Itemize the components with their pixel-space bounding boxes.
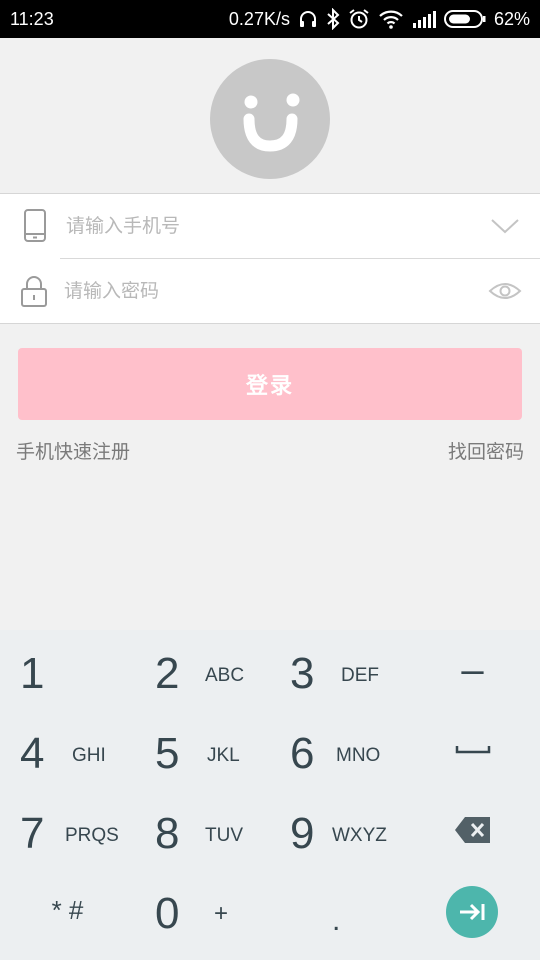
key-letters: TUV: [205, 825, 243, 846]
wifi-icon: [379, 10, 403, 29]
key-digit: 2: [155, 649, 180, 698]
login-form: [0, 193, 540, 324]
key-letters: PRQS: [65, 825, 119, 846]
password-input[interactable]: [64, 271, 464, 311]
key-digit: 6: [290, 729, 315, 778]
enter-next-icon: [460, 903, 485, 921]
minus-label: –: [461, 647, 484, 692]
forgot-password-link[interactable]: 找回密码: [448, 437, 524, 464]
key-letters: DEF: [341, 665, 379, 686]
battery-icon: [443, 10, 486, 28]
key-3[interactable]: 3 DEF: [270, 630, 405, 710]
phone-input[interactable]: [66, 206, 466, 246]
key-digit: 0: [155, 889, 180, 938]
key-star-hash[interactable]: * #: [0, 870, 135, 950]
key-7[interactable]: 7 PRQS: [0, 790, 135, 870]
key-letters: GHI: [72, 745, 106, 766]
key-digit: 1: [20, 649, 45, 698]
key-6[interactable]: 6 MNO: [270, 710, 405, 790]
signal-icon: [412, 11, 436, 28]
lock-icon: [21, 276, 47, 307]
chevron-down-icon[interactable]: [488, 212, 522, 240]
status-right-group: 0.27K/s 62%: [229, 8, 530, 30]
key-8[interactable]: 8 TUV: [135, 790, 270, 870]
password-row: [0, 259, 540, 323]
register-link[interactable]: 手机快速注册: [16, 437, 130, 464]
space-icon: [455, 746, 490, 754]
battery-percent: 62%: [493, 8, 530, 29]
key-letters: MNO: [336, 745, 381, 766]
key-digit: 4: [20, 729, 45, 778]
key-2[interactable]: 2 ABC: [135, 630, 270, 710]
key-0[interactable]: 0 +: [135, 870, 270, 950]
key-space[interactable]: [405, 710, 540, 790]
status-time: 11:23: [10, 8, 54, 29]
key-digit: 5: [155, 729, 180, 778]
key-digit: 3: [290, 649, 315, 698]
key-letters: WXYZ: [332, 825, 387, 846]
phone-icon: [24, 209, 46, 242]
key-letters: +: [214, 900, 229, 927]
key-letters: JKL: [207, 745, 240, 766]
bluetooth-icon: [327, 8, 340, 30]
key-digit: 8: [155, 809, 180, 858]
key-backspace[interactable]: [405, 790, 540, 870]
key-letters: ABC: [205, 665, 245, 686]
key-digit: 9: [290, 809, 315, 858]
key-1[interactable]: 1: [0, 630, 135, 710]
backspace-icon: [454, 817, 490, 843]
key-9[interactable]: 9 WXYZ: [270, 790, 405, 870]
login-button[interactable]: 登录: [18, 348, 522, 420]
eye-icon[interactable]: [488, 277, 522, 305]
headphones-icon: [299, 11, 316, 27]
key-minus[interactable]: –: [405, 630, 540, 710]
alarm-icon: [349, 9, 369, 29]
key-digit: 7: [20, 809, 45, 858]
numeric-keypad: 1 2 ABC 3 DEF – 4 GHI 5 JKL 6 MNO 7 PRQS…: [0, 630, 540, 960]
status-bar: 11:23 0.27K/s 62%: [0, 0, 540, 38]
star-hash-label: * #: [51, 894, 84, 925]
dot-label: .: [332, 904, 341, 937]
network-speed: 0.27K/s: [228, 8, 290, 29]
avatar[interactable]: [210, 59, 330, 179]
key-4[interactable]: 4 GHI: [0, 710, 135, 790]
key-dot[interactable]: .: [270, 870, 405, 950]
key-5[interactable]: 5 JKL: [135, 710, 270, 790]
phone-row: [0, 194, 540, 258]
enter-key[interactable]: [446, 886, 498, 938]
smiley-face-icon: [243, 93, 300, 152]
